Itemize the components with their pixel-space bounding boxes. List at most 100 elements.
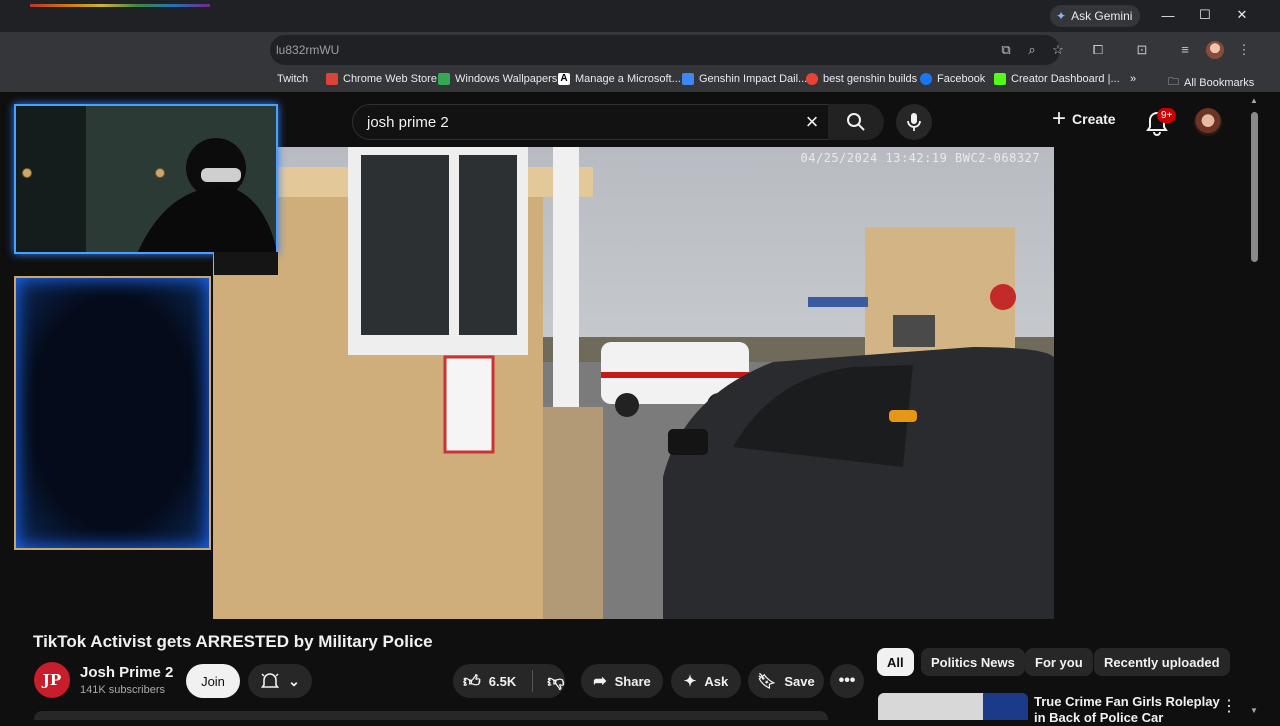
minimize-button[interactable]: —: [1156, 4, 1180, 26]
chip-label: Recently uploaded: [1104, 654, 1220, 670]
facebook-icon: [920, 73, 932, 85]
video-player[interactable]: 04/25/2024 13:42:19 BWC2-068327: [213, 147, 1054, 619]
bookmark-label: Genshin Impact Dail...: [699, 73, 808, 85]
genshin-icon: [682, 73, 694, 85]
overlay-pin-icon: [22, 168, 32, 178]
thumbs-up-icon: 👍︎: [463, 671, 481, 691]
bookmark-creator-dashboard[interactable]: Creator Dashboard |...: [994, 73, 1120, 85]
like-button[interactable]: 👍︎ 6.5K: [463, 671, 516, 692]
recommendation-thumbnail[interactable]: [878, 693, 1028, 720]
clear-search-icon[interactable]: ×: [800, 110, 824, 134]
sparkle-icon: ✦: [683, 673, 697, 690]
media-control-icon[interactable]: ≡: [1177, 42, 1193, 58]
description-box[interactable]: [34, 711, 828, 720]
ask-gemini-button[interactable]: ✦ Ask Gemini: [1050, 5, 1141, 27]
bookmark-chrome-web-store[interactable]: Chrome Web Store: [326, 73, 437, 85]
thumbs-down-icon: 👎︎: [547, 671, 565, 691]
streamer-webcam-overlay: [14, 104, 278, 254]
bookmark-star-icon[interactable]: ☆: [1050, 42, 1066, 58]
ask-button[interactable]: ✦ Ask: [671, 664, 741, 698]
bookmark-genshin-daily[interactable]: Genshin Impact Dail...: [682, 73, 807, 85]
divider: [532, 670, 534, 692]
chip-for-you[interactable]: For you: [1025, 648, 1093, 676]
video-title: TikTok Activist gets ARRESTED by Militar…: [33, 632, 433, 651]
youtube-page: josh prime 2 × + Create 9+ ▲ ▼ 04/25/202…: [0, 92, 1280, 725]
chip-recently-uploaded[interactable]: Recently uploaded: [1094, 648, 1230, 676]
share-icon: ➦: [593, 673, 607, 690]
bookmark-label: Creator Dashboard |...: [1011, 73, 1120, 85]
bookmarks-overflow-button[interactable]: »: [1130, 73, 1136, 85]
bookmark-twitch[interactable]: Twitch: [272, 73, 308, 85]
address-bar[interactable]: lu832rmWU: [270, 35, 1060, 65]
video-frame: [213, 147, 1054, 619]
all-bookmarks-button[interactable]: 🗀 All Bookmarks: [1168, 73, 1254, 92]
account-avatar[interactable]: [1194, 108, 1222, 136]
zoom-icon[interactable]: ⌕: [1024, 42, 1040, 58]
browser-menu-icon[interactable]: ⋮: [1236, 42, 1252, 58]
plus-icon: +: [1052, 105, 1067, 132]
recommendation-title[interactable]: True Crime Fan Girls Roleplay in Back of…: [1034, 694, 1224, 726]
install-app-icon[interactable]: ⧉: [998, 42, 1014, 58]
browser-tab-bar: ✦ Ask Gemini — ☐ ✕: [0, 0, 1280, 32]
tab-strip[interactable]: [30, 4, 210, 7]
voice-search-button[interactable]: [896, 104, 932, 140]
channel-avatar[interactable]: JP: [34, 662, 70, 698]
overlay-pin-icon: [155, 168, 165, 178]
like-dislike-group: 👍︎ 6.5K 👎︎: [453, 664, 565, 698]
gemini-icon: ✦: [1056, 9, 1067, 23]
create-button[interactable]: + Create: [1052, 105, 1116, 132]
bookmark-icon: 🔖︎: [757, 673, 777, 690]
ask-label: Ask: [704, 673, 729, 689]
all-bookmarks-label: All Bookmarks: [1184, 76, 1255, 89]
page-scrollbar[interactable]: [1251, 112, 1258, 262]
save-button[interactable]: 🔖︎ Save: [748, 664, 824, 698]
kick-icon: [994, 73, 1006, 85]
bookmark-label: Manage a Microsoft...: [575, 73, 681, 85]
notification-count-badge: 9+: [1157, 108, 1177, 123]
search-button[interactable]: [828, 104, 884, 140]
bookmark-windows-wallpapers[interactable]: Windows Wallpapers: [438, 73, 557, 85]
search-input[interactable]: josh prime 2: [352, 104, 840, 140]
overflow-chevron-icon: »: [1130, 73, 1137, 85]
microphone-icon: [907, 113, 921, 131]
chip-politics-news[interactable]: Politics News: [921, 648, 1025, 676]
browser-profile-avatar[interactable]: [1206, 41, 1224, 59]
chip-all[interactable]: All: [877, 648, 914, 676]
bookmark-genshin-builds[interactable]: best genshin builds: [806, 73, 917, 85]
extensions-icon[interactable]: ⧠: [1090, 42, 1106, 58]
bell-icon: [261, 673, 280, 688]
subscription-notifications-button[interactable]: ⌄: [248, 664, 312, 698]
chip-label: All: [887, 654, 904, 670]
bookmark-label: Chrome Web Store: [343, 73, 437, 85]
bodycam-timestamp: 04/25/2024 13:42:19 BWC2-068327: [800, 151, 1040, 165]
chrome-web-store-icon: [326, 73, 338, 85]
save-label: Save: [784, 673, 815, 689]
scroll-down-arrow-icon[interactable]: ▼: [1250, 706, 1258, 715]
channel-name[interactable]: Josh Prime 2: [80, 664, 173, 681]
dislike-button[interactable]: 👎︎: [547, 671, 564, 692]
maximize-button[interactable]: ☐: [1193, 4, 1217, 26]
recommendation-menu-icon[interactable]: ⋮: [1221, 696, 1237, 716]
bookmark-facebook[interactable]: Facebook: [920, 73, 985, 85]
stream-chat-frame-overlay: [14, 276, 211, 550]
share-button[interactable]: ➦ Share: [581, 664, 663, 698]
bookmark-label: Windows Wallpapers: [455, 73, 558, 85]
bookmark-microsoft[interactable]: A Manage a Microsoft...: [558, 73, 681, 85]
microsoft-icon: A: [558, 73, 570, 85]
close-window-button[interactable]: ✕: [1230, 4, 1254, 26]
scroll-up-arrow-icon[interactable]: ▲: [1250, 96, 1258, 105]
channel-avatar-text: JP: [42, 671, 62, 689]
more-actions-button[interactable]: •••: [830, 664, 864, 698]
bookmark-label: best genshin builds: [823, 73, 918, 85]
bookmark-label: Twitch: [277, 73, 309, 85]
share-label: Share: [614, 673, 651, 689]
bookmark-label: Facebook: [937, 73, 986, 85]
like-count: 6.5K: [488, 673, 517, 689]
chip-label: For you: [1035, 654, 1083, 670]
tab-search-icon[interactable]: ⊡: [1134, 42, 1150, 58]
url-text: lu832rmWU: [276, 43, 340, 57]
search-icon: [847, 113, 865, 131]
chip-label: Politics News: [931, 654, 1015, 670]
join-button[interactable]: Join: [186, 664, 240, 698]
ask-gemini-label: Ask Gemini: [1071, 9, 1133, 23]
